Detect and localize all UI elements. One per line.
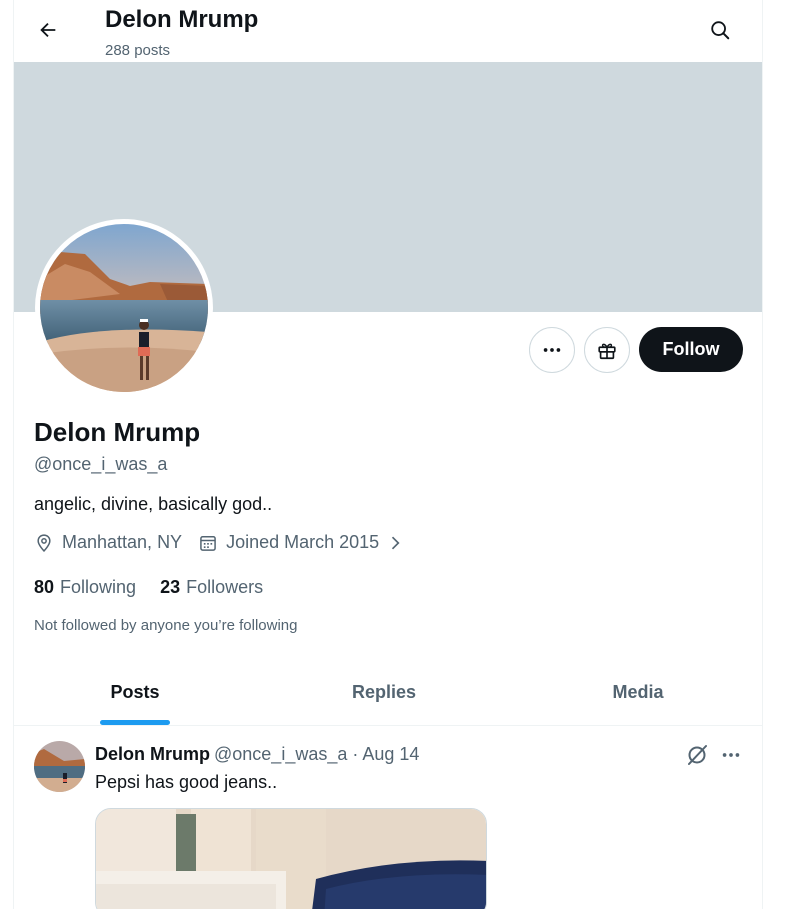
top-bar: Delon Mrump 288 posts [14,0,762,62]
following-count: 80 [34,577,55,597]
gift-icon [598,343,616,360]
not-followed-note: Not followed by anyone you’re following [34,617,298,634]
followers-count: 23 [160,577,181,597]
profile-meta: Manhattan, NY Joined March 2015 [34,532,405,553]
tab-media[interactable]: Media [512,660,762,725]
followers-link[interactable]: 23 Followers [160,577,263,598]
location-text: Manhattan, NY [62,532,183,552]
location-icon [37,533,51,552]
profile-location: Manhattan, NY [34,532,182,553]
profile-handle: @once_i_was_a [34,454,168,474]
tweet-author[interactable]: Delon Mrump [95,744,210,764]
more-options-button[interactable] [529,327,575,373]
back-arrow-icon [40,22,56,38]
header-title: Delon Mrump [105,6,259,33]
grok-icon [688,745,707,765]
back-button[interactable] [30,12,66,48]
followers-label: Followers [186,577,264,597]
tweet-meta: @once_i_was_a · Aug 14 [214,744,420,764]
follow-counts: 80 Following 23 Followers [34,577,263,598]
profile-avatar[interactable] [35,219,213,397]
tweet-text: Pepsi has good jeans.. [95,772,278,792]
tweet-header: Delon Mrump @once_i_was_a · Aug 14 [95,744,419,765]
following-label: Following [60,577,137,597]
active-tab-indicator [100,720,170,725]
search-button[interactable] [702,12,738,48]
header-post-count: 288 posts [105,42,171,59]
more-icon [722,753,740,757]
profile-tabs: Posts Replies Media [14,660,762,726]
tweet-more-button[interactable] [717,741,745,769]
grok-button[interactable] [683,741,711,769]
more-icon [543,348,561,352]
follow-button[interactable]: Follow [639,327,743,372]
profile-joined[interactable]: Joined March 2015 [198,532,405,553]
tweet-photo [96,809,486,909]
tweet-media-image[interactable] [95,808,487,909]
tab-posts[interactable]: Posts [14,660,256,725]
tab-replies[interactable]: Replies [256,660,512,725]
avatar-photo [40,224,208,392]
chevron-right-icon [392,536,400,549]
joined-text: Joined March 2015 [226,532,380,552]
tweet-avatar[interactable] [34,741,85,792]
gift-button[interactable] [584,327,630,373]
profile-bio: angelic, divine, basically god.. [34,494,273,514]
search-icon [711,21,730,40]
tweet-avatar-photo [34,741,85,792]
profile-column: Delon Mrump 288 posts Follow Delon Mrump… [13,0,763,909]
calendar-icon [200,535,216,551]
profile-name: Delon Mrump [34,417,201,447]
following-link[interactable]: 80 Following [34,577,136,598]
